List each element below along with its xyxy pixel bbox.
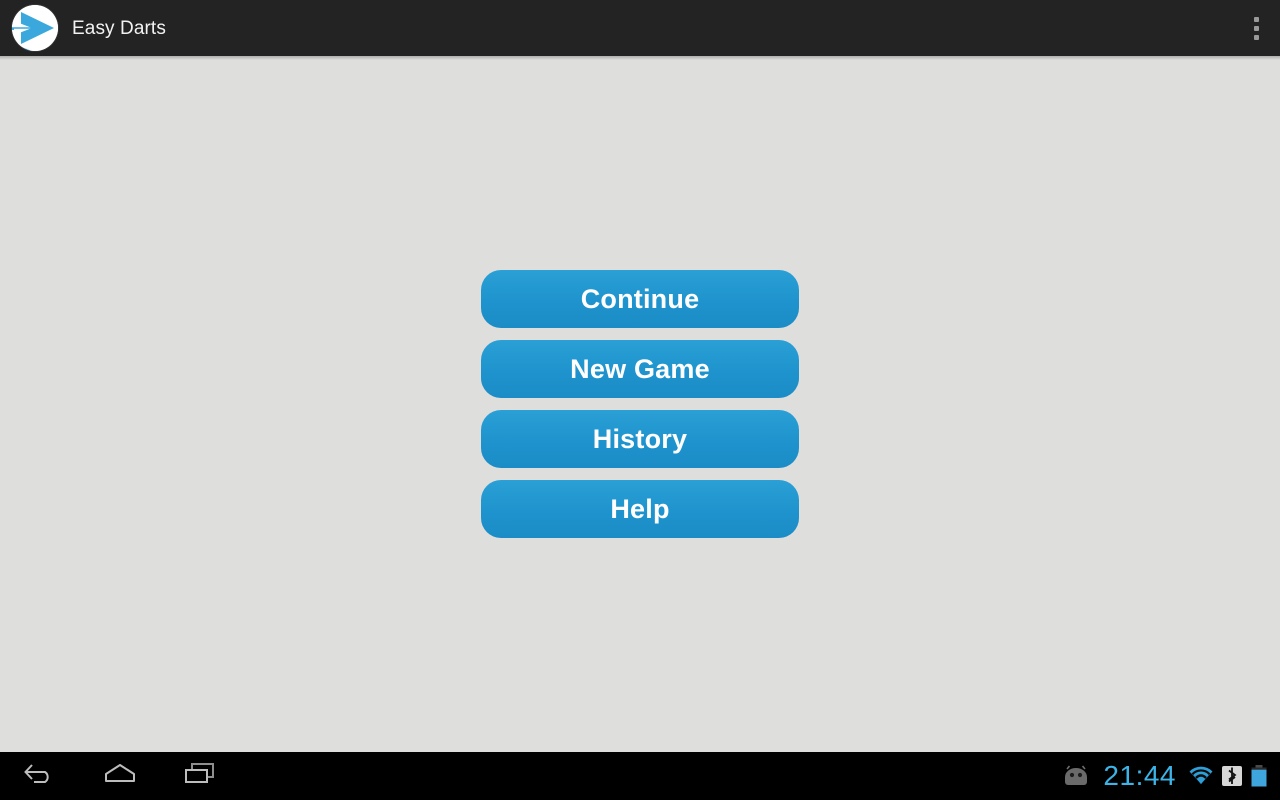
status-tray[interactable]: 21:44: [1059, 752, 1280, 800]
battery-full-icon: [1246, 752, 1272, 800]
help-button[interactable]: Help: [481, 480, 799, 538]
overflow-menu-button[interactable]: [1232, 0, 1280, 56]
android-tablet-screen: Easy Darts Continue New Game History Hel…: [0, 0, 1280, 800]
overflow-menu-icon: [1253, 16, 1259, 22]
page-title: Easy Darts: [72, 17, 166, 39]
home-button[interactable]: [80, 752, 160, 800]
darts-arrow-logo-icon: [12, 5, 58, 51]
overflow-menu-icon-dot3: [1253, 34, 1259, 40]
recent-apps-icon: [182, 761, 218, 792]
action-bar: Easy Darts: [0, 0, 1280, 60]
system-navigation-bar: 21:44: [0, 752, 1280, 800]
status-clock: 21:44: [1103, 760, 1176, 791]
bluetooth-icon: [1218, 752, 1246, 800]
android-debug-icon: [1059, 752, 1093, 800]
new-game-button[interactable]: New Game: [481, 340, 799, 398]
overflow-menu-icon-dot2: [1253, 25, 1259, 31]
continue-button[interactable]: Continue: [481, 270, 799, 328]
main-content: Continue New Game History Help: [0, 56, 1280, 752]
nav-button-group: [0, 752, 240, 800]
back-arrow-icon: [22, 761, 58, 792]
main-menu: Continue New Game History Help: [481, 270, 799, 538]
back-button[interactable]: [0, 752, 80, 800]
wifi-icon: [1184, 752, 1218, 800]
home-icon: [102, 761, 138, 792]
history-button[interactable]: History: [481, 410, 799, 468]
recent-apps-button[interactable]: [160, 752, 240, 800]
